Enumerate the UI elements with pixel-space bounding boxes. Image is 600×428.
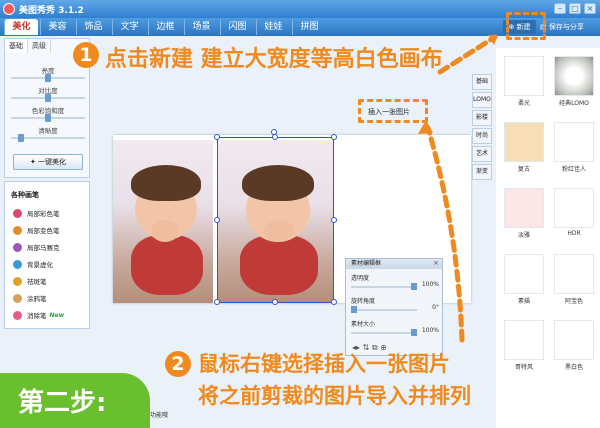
step-label-box: 第二步: [0, 373, 150, 428]
step1-number: 1 [73, 42, 99, 68]
status-hint: 功能哦 [150, 412, 169, 419]
step2-number: 2 [165, 351, 191, 377]
step-label: 第二步: [18, 388, 107, 418]
step1-text: 点击新建 建立大宽度等高白色画布 [105, 47, 443, 72]
step2-line1: 鼠标右键选择插入一张图片 [198, 352, 450, 376]
app-window: 美图秀秀 3.1.2 – □ × 美化 美容 饰品 文字 边框 场景 闪图 娃娃 拼图 ⊕ 新建… [0, 0, 600, 428]
step2-line2: 将之前剪裁的图片导入并排列 [198, 384, 471, 408]
